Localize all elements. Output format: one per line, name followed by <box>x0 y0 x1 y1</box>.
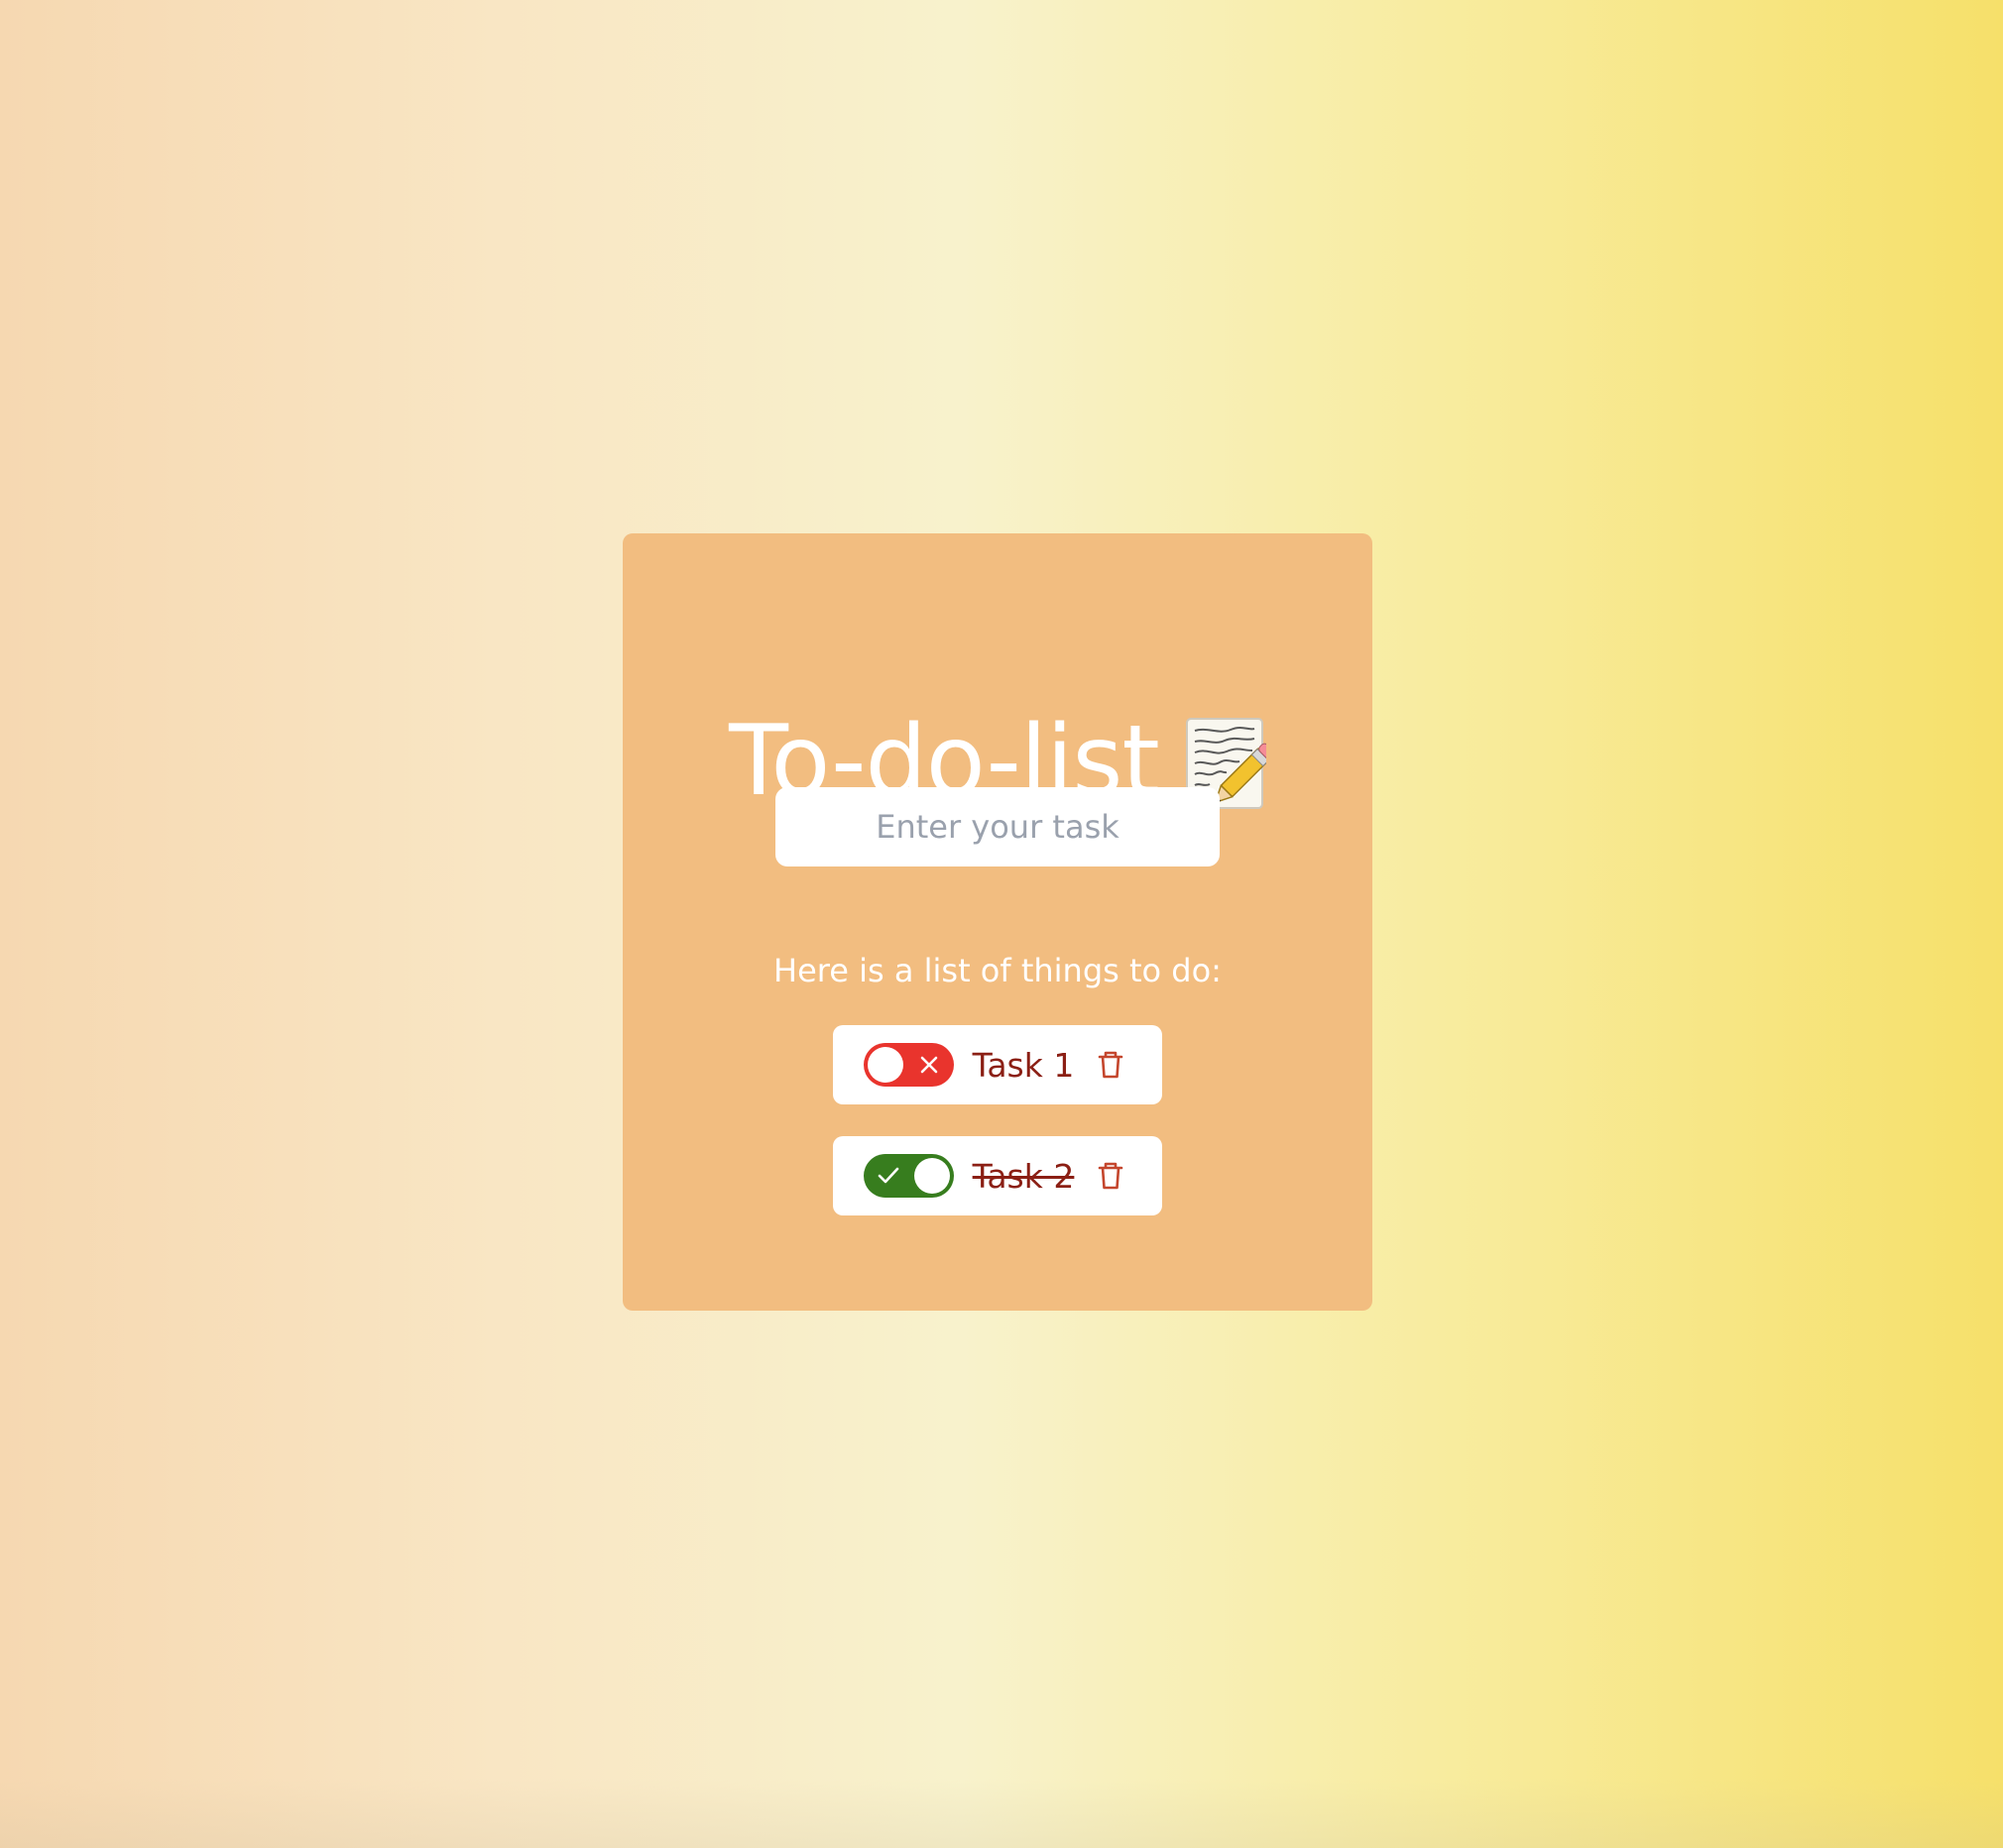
task-label: Task 1 <box>972 1045 1075 1085</box>
task-input[interactable] <box>775 787 1220 866</box>
check-icon <box>874 1154 903 1198</box>
background-bottom-fade <box>0 1779 2003 1848</box>
delete-task-button[interactable] <box>1092 1154 1129 1198</box>
list-heading: Here is a list of things to do: <box>773 952 1222 989</box>
task-item: Task 1 <box>833 1025 1162 1104</box>
task-toggle[interactable] <box>864 1154 954 1198</box>
trash-icon <box>1098 1051 1123 1079</box>
task-label: Task 2 <box>972 1156 1075 1196</box>
task-toggle[interactable] <box>864 1043 954 1087</box>
todo-card: To-do-list Here is a list of t <box>623 533 1372 1311</box>
task-item: Task 2 <box>833 1136 1162 1215</box>
trash-icon <box>1098 1162 1123 1190</box>
delete-task-button[interactable] <box>1092 1043 1129 1087</box>
task-list: Task 1 Task 2 <box>833 1025 1162 1247</box>
close-icon <box>914 1043 944 1087</box>
toggle-knob <box>914 1158 950 1194</box>
toggle-knob <box>868 1047 903 1083</box>
